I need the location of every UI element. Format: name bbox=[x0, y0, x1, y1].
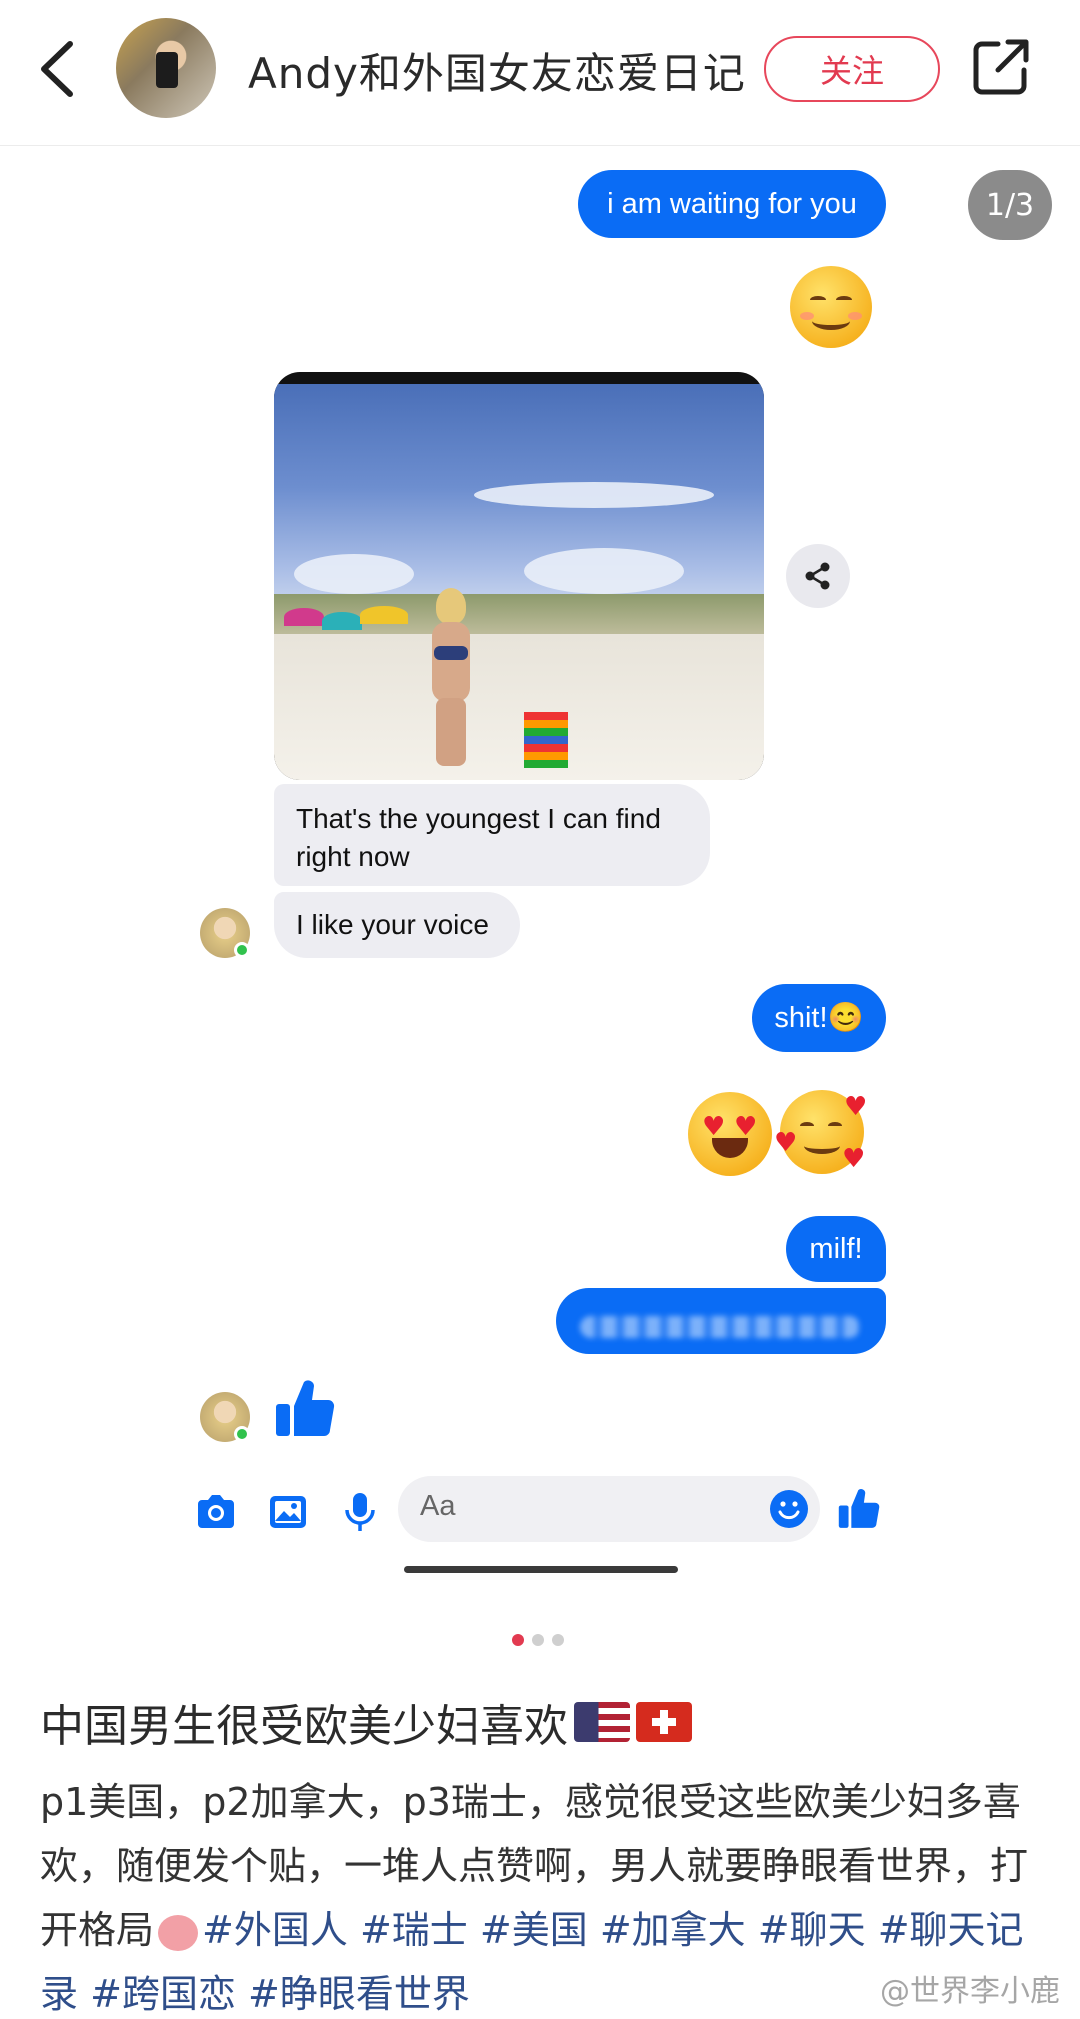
hashtag[interactable]: #美国 bbox=[480, 1908, 588, 1952]
hashtag[interactable]: #瑞士 bbox=[360, 1908, 468, 1952]
beach-photo[interactable] bbox=[274, 372, 764, 780]
post-title: 中国男生很受欧美少妇喜欢 bbox=[40, 1690, 692, 1754]
emoji-icon[interactable] bbox=[768, 1488, 810, 1530]
smiling-face-with-hearts-icon: ♥ ♥ ♥ bbox=[774, 1090, 868, 1174]
swiss-flag-icon bbox=[636, 1702, 692, 1742]
thumbs-up-icon bbox=[276, 1380, 335, 1436]
smiling-emoji-icon bbox=[790, 266, 872, 348]
hashtag[interactable]: #外国人 bbox=[202, 1908, 348, 1952]
hashtag[interactable]: #跨国恋 bbox=[90, 1972, 236, 2016]
chevron-left-icon[interactable] bbox=[34, 38, 82, 100]
pagination-dot[interactable] bbox=[552, 1634, 564, 1646]
message-incoming: I like your voice bbox=[274, 892, 520, 958]
gallery-pagination bbox=[512, 1634, 564, 1648]
post-title-text: 中国男生很受欧美少妇喜欢 bbox=[40, 1701, 568, 1752]
home-indicator bbox=[404, 1566, 678, 1573]
author-name[interactable]: Andy和外国女友恋爱日记 bbox=[248, 40, 746, 101]
share-icon bbox=[805, 562, 830, 590]
pig-emoji-icon bbox=[158, 1914, 199, 1951]
message-input[interactable]: Aa bbox=[398, 1476, 820, 1542]
message-outgoing: milf! bbox=[786, 1216, 886, 1282]
message-composer: Aa bbox=[180, 1476, 900, 1548]
blurred-text bbox=[580, 1316, 860, 1338]
image-icon[interactable] bbox=[266, 1490, 310, 1534]
thumbs-up-icon[interactable] bbox=[836, 1486, 882, 1532]
pagination-dot[interactable] bbox=[512, 1634, 524, 1646]
message-incoming: That's the youngest I can find right now bbox=[274, 784, 710, 886]
follow-button[interactable]: 关注 bbox=[764, 36, 940, 102]
hashtag[interactable]: #聊天 bbox=[758, 1908, 866, 1952]
camera-icon[interactable] bbox=[194, 1490, 238, 1534]
online-status-dot bbox=[234, 942, 250, 958]
pagination-dot[interactable] bbox=[532, 1634, 544, 1646]
app-header: Andy和外国女友恋爱日记 关注 bbox=[0, 0, 1080, 146]
external-share-icon[interactable] bbox=[972, 38, 1030, 96]
watermark: @世界李小鹿 bbox=[880, 1974, 1060, 2009]
author-avatar[interactable] bbox=[116, 18, 216, 118]
hashtag[interactable]: #加拿大 bbox=[600, 1908, 746, 1952]
online-status-dot bbox=[234, 1426, 250, 1442]
microphone-icon[interactable] bbox=[338, 1490, 382, 1534]
message-input-placeholder: Aa bbox=[420, 1490, 456, 1522]
us-flag-icon bbox=[574, 1702, 630, 1742]
message-outgoing: i am waiting for you bbox=[578, 170, 886, 238]
heart-eyes-emoji-icon: ♥ ♥ bbox=[688, 1092, 772, 1176]
share-button[interactable] bbox=[786, 544, 850, 608]
gallery-pager: 1/3 bbox=[968, 170, 1052, 240]
hashtag[interactable]: #睁眼看世界 bbox=[248, 1972, 470, 2016]
message-outgoing: shit!😊 bbox=[752, 984, 886, 1052]
